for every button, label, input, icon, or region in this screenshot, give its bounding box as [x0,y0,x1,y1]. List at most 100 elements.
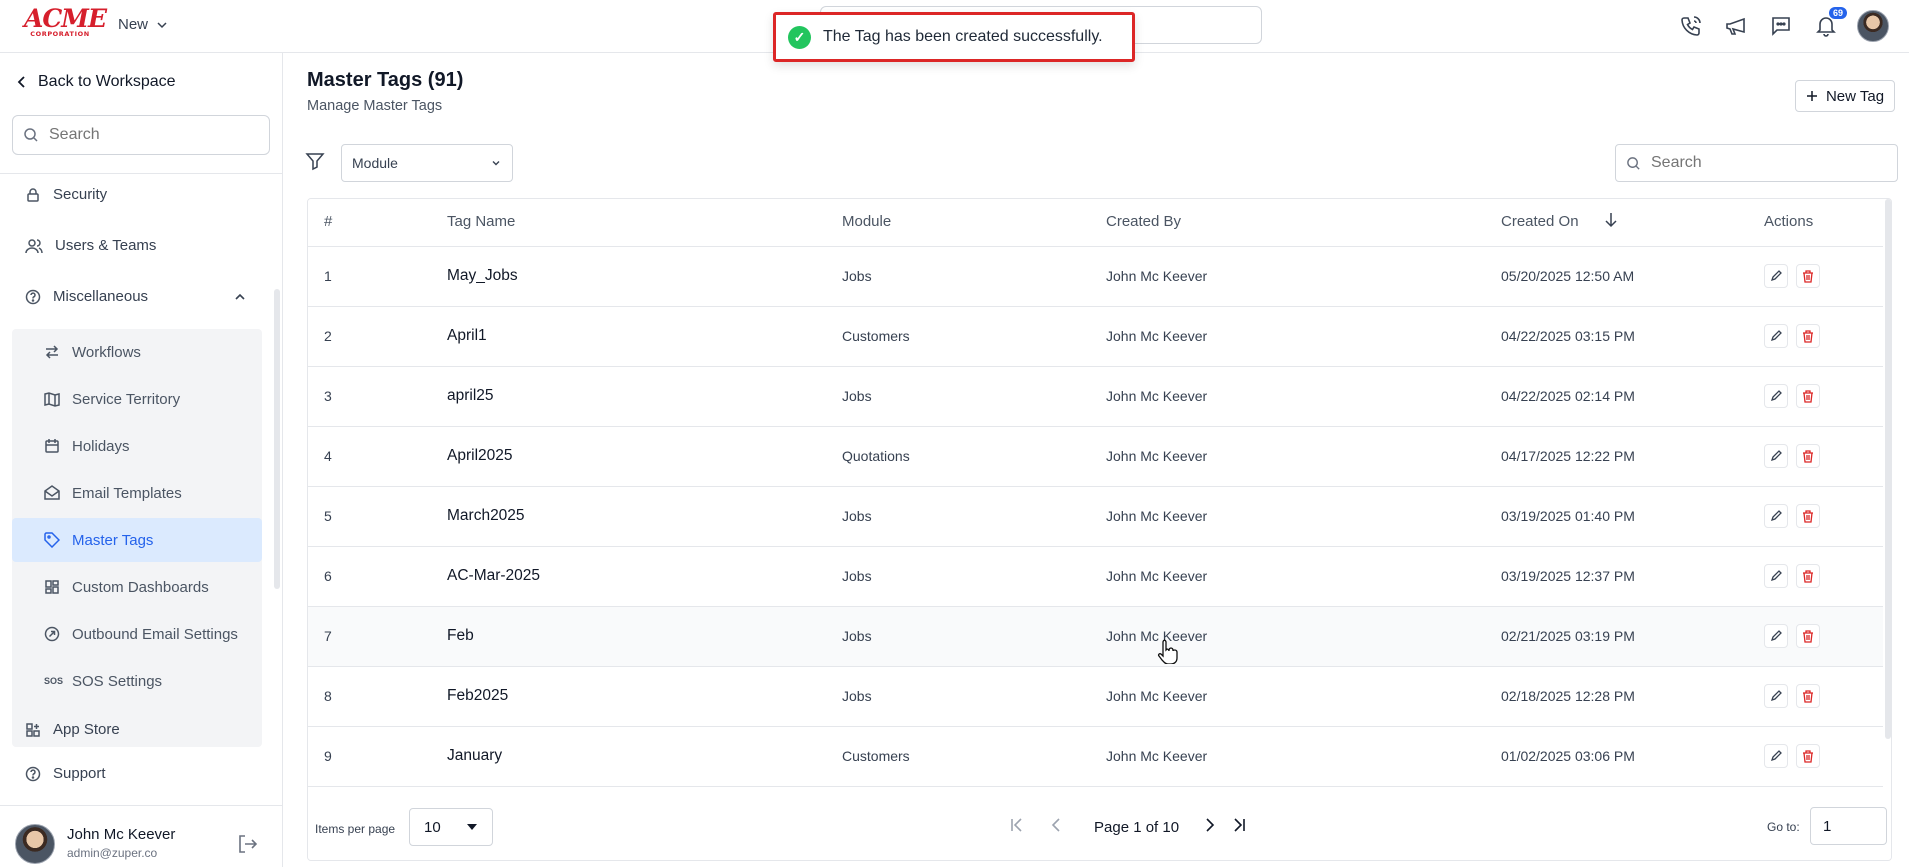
sidebar-item-miscellaneous[interactable]: Miscellaneous [25,288,250,305]
tag-created-on: 04/17/2025 12:22 PM [1501,448,1635,464]
module-filter-value: Module [352,155,398,171]
chevron-up-icon[interactable] [233,290,247,304]
sidebar-item-label: Support [53,765,106,782]
module-filter-select[interactable]: Module [341,144,513,182]
table-row[interactable]: 2 April1 Customers John Mc Keever 04/22/2025… [308,307,1883,367]
sidebar-item-users-teams[interactable]: Users & Teams [25,237,156,254]
hand-cursor-icon [1157,639,1178,664]
edit-button[interactable] [1764,444,1788,468]
delete-button[interactable] [1796,324,1820,348]
sidebar-subitem-service-territory[interactable]: Service Territory [12,377,262,421]
user-name: John Mc Keever [67,826,176,843]
table-row[interactable]: 5 March2025 Jobs John Mc Keever 03/19/2025 0… [308,487,1883,547]
chat-icon[interactable] [1767,11,1794,41]
column-header-created-on[interactable]: Created On [1501,213,1579,230]
sidebar-subitem-custom-dashboards[interactable]: Custom Dashboards [12,565,262,609]
edit-button[interactable] [1764,504,1788,528]
subitem-label: Master Tags [72,531,154,549]
edit-button[interactable] [1764,264,1788,288]
acme-logo[interactable]: ACME CORPORATION [24,6,107,39]
tag-created-by: John Mc Keever [1106,268,1208,284]
avatar[interactable] [15,824,55,864]
sidebar-scrollbar[interactable] [274,289,280,589]
tag-created-by: John Mc Keever [1106,508,1208,524]
chevron-left-icon [17,76,25,88]
tag-search-input[interactable] [1651,154,1871,172]
table-row[interactable]: 1 May_Jobs Jobs John Mc Keever 05/20/2025 12… [308,247,1883,307]
chevron-right-icon [1206,818,1215,832]
sidebar-item-security[interactable]: Security [25,186,107,203]
sidebar-subitem-workflows[interactable]: Workflows [12,330,262,374]
megaphone-icon[interactable] [1722,11,1749,41]
lock-icon [27,187,39,202]
edit-button[interactable] [1764,384,1788,408]
delete-button[interactable] [1796,684,1820,708]
table-row[interactable]: 6 AC-Mar-2025 Jobs John Mc Keever 03/19/2025… [308,547,1883,607]
previous-page-button[interactable] [1048,816,1066,834]
tag-name: april25 [447,387,494,404]
phone-icon[interactable] [1677,11,1704,41]
sidebar-search[interactable] [12,115,270,155]
column-header-tag-name[interactable]: Tag Name [447,213,515,230]
logout-icon[interactable] [236,833,258,858]
pencil-icon [1770,270,1782,282]
edit-button[interactable] [1764,744,1788,768]
edit-button[interactable] [1764,564,1788,588]
tag-created-on: 04/22/2025 03:15 PM [1501,328,1635,344]
sidebar-subitem-email-templates[interactable]: Email Templates [12,471,262,515]
edit-button[interactable] [1764,624,1788,648]
items-per-page-select[interactable]: 10 [409,808,493,846]
back-to-workspace-link[interactable]: Back to Workspace [16,73,176,91]
row-number: 2 [324,328,332,344]
delete-button[interactable] [1796,744,1820,768]
new-menu-button[interactable]: New [118,16,168,33]
bell-icon[interactable]: 69 [1812,7,1847,41]
column-header-module[interactable]: Module [842,213,891,230]
column-header-created-by[interactable]: Created By [1106,213,1181,230]
delete-button[interactable] [1796,264,1820,288]
edit-button[interactable] [1764,684,1788,708]
sidebar-subitem-outbound-email-settings[interactable]: Outbound Email Settings [12,612,262,656]
tag-created-on: 02/21/2025 03:19 PM [1501,628,1635,644]
chevron-down-icon [492,161,500,166]
delete-button[interactable] [1796,564,1820,588]
table-row[interactable]: 9 January Customers John Mc Keever 01/02/202… [308,727,1883,787]
table-row[interactable]: 7 Feb Jobs John Mc Keever 02/21/2025 03:19 P… [308,607,1883,667]
next-page-button[interactable] [1200,816,1218,834]
user-avatar-top[interactable] [1857,10,1889,42]
table-row[interactable]: 3 april25 Jobs John Mc Keever 04/22/2025 02:… [308,367,1883,427]
sidebar-search-input[interactable] [49,126,249,144]
subitem-label: Holidays [72,437,130,455]
sidebar-divider [0,173,283,174]
dashboard-icon [45,580,59,594]
sidebar-item-support[interactable]: Support [25,765,106,782]
new-tag-button[interactable]: New Tag [1795,80,1895,112]
table-row[interactable]: 4 April2025 Quotations John Mc Keever 04/17/… [308,427,1883,487]
trash-icon [1803,749,1813,763]
tag-module: Customers [842,328,910,344]
delete-button[interactable] [1796,384,1820,408]
tag-name: April1 [447,327,487,344]
sidebar: Back to Workspace Security Users & Teams… [0,53,283,867]
last-page-button[interactable] [1230,816,1248,834]
first-page-button[interactable] [1008,816,1026,834]
user-profile: John Mc Keever admin@zuper.co [0,805,283,867]
row-number: 4 [324,448,332,464]
delete-button[interactable] [1796,624,1820,648]
new-menu-label: New [118,16,149,33]
sidebar-subitem-holidays[interactable]: Holidays [12,424,262,468]
edit-button[interactable] [1764,324,1788,348]
table-scrollbar[interactable] [1885,199,1891,739]
sidebar-subitem-sos-settings[interactable]: SOS SOS Settings [12,659,262,703]
sort-arrow-down-icon[interactable] [1604,212,1618,228]
delete-button[interactable] [1796,504,1820,528]
goto-page-input[interactable] [1810,807,1887,845]
page-info: Page 1 of 10 [1094,819,1180,836]
table-row[interactable]: 8 Feb2025 Jobs John Mc Keever 02/18/2025 12:… [308,667,1883,727]
delete-button[interactable] [1796,444,1820,468]
sidebar-item-app-store[interactable]: App Store [25,721,120,738]
tag-search[interactable] [1615,144,1898,182]
filter-icon[interactable] [305,151,325,174]
check-circle-icon: ✓ [788,25,811,49]
sidebar-subitem-master-tags[interactable]: Master Tags [12,518,262,562]
